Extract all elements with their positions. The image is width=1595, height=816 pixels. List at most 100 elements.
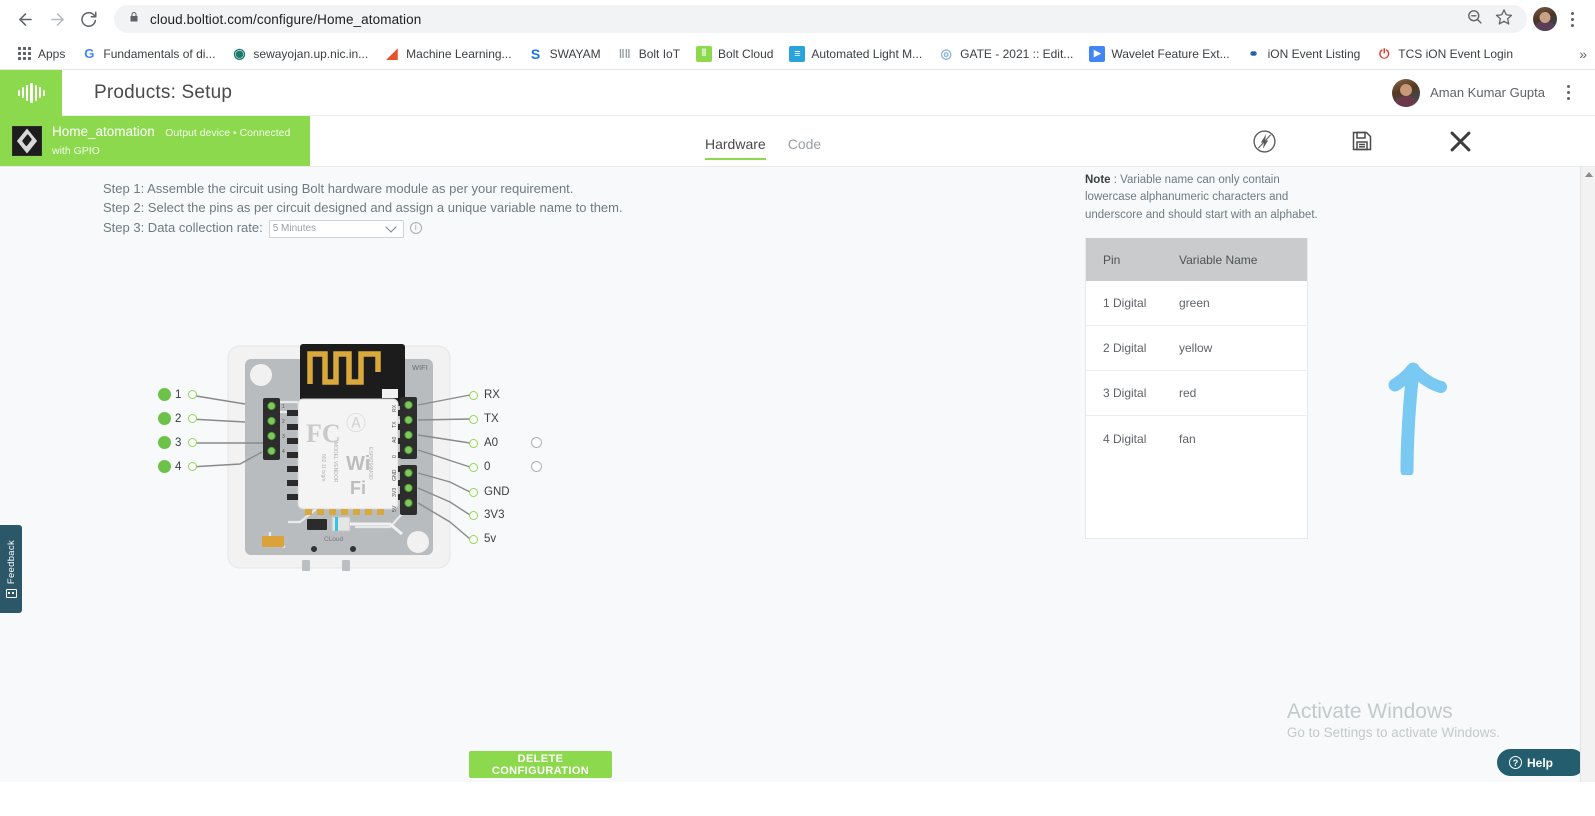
bookmark-apps[interactable]: Apps xyxy=(8,43,73,65)
bookmarks-bar: Apps G Fundamentals of di... ◉ sewayojan… xyxy=(0,38,1595,70)
reload-icon[interactable] xyxy=(74,4,104,34)
page-title: Products: Setup xyxy=(94,81,233,103)
board-pin-5v[interactable]: 5v xyxy=(469,533,496,545)
browser-profile-avatar[interactable] xyxy=(1533,7,1557,31)
bookmark-bolt-iot[interactable]: ‖‖ Bolt IoT xyxy=(609,43,688,65)
svg-text:TX: TX xyxy=(392,421,398,428)
bolt-cloud-icon: ‖ xyxy=(696,45,713,62)
variable-panel: Note : Variable name can only contain lo… xyxy=(1085,167,1325,540)
pin-connector-ring[interactable] xyxy=(469,390,478,400)
pin-connector-ring[interactable] xyxy=(469,534,478,544)
svg-text:ESP8266MOD: ESP8266MOD xyxy=(367,447,373,480)
chip-wifi-label: Wi xyxy=(346,453,370,475)
browser-menu-icon[interactable] xyxy=(1559,5,1585,33)
bookmark-sewayojan[interactable]: ◉ sewayojan.up.nic.in... xyxy=(223,43,376,65)
delete-configuration-button[interactable]: DELETE CONFIGURATION xyxy=(469,751,612,778)
help-widget[interactable]: ? Help xyxy=(1497,749,1585,776)
board-pin-a0[interactable]: A0 xyxy=(469,437,498,449)
pin-connector-ring[interactable] xyxy=(188,414,197,423)
board-pin-gnd[interactable]: GND xyxy=(469,486,510,498)
pin-connector-ring[interactable] xyxy=(469,487,478,497)
pin-connector-ring[interactable] xyxy=(469,438,478,448)
zoom-out-icon[interactable] xyxy=(1466,8,1483,30)
scroll-up-arrow-icon[interactable] xyxy=(1581,167,1595,182)
chip-fi-label: Fi xyxy=(350,478,366,498)
pin-connector-ring[interactable] xyxy=(469,414,478,424)
cell-variable[interactable]: fan xyxy=(1179,432,1307,446)
bookmark-label: Bolt Cloud xyxy=(718,46,774,61)
setup-steps: Step 1: Assemble the circuit using Bolt … xyxy=(103,179,623,238)
bookmark-wavelet[interactable]: ▶ Wavelet Feature Ext... xyxy=(1081,43,1237,65)
svg-text:2: 2 xyxy=(282,419,285,425)
avatar[interactable] xyxy=(1392,78,1421,107)
vertical-dots-icon[interactable] xyxy=(1555,79,1581,107)
page-scrollbar[interactable] xyxy=(1580,167,1595,782)
cell-variable[interactable]: yellow xyxy=(1179,341,1307,355)
data-collection-rate-select[interactable]: 5 Minutes xyxy=(268,219,404,238)
bookmark-fundamentals[interactable]: G Fundamentals of di... xyxy=(73,43,223,65)
back-arrow-icon[interactable] xyxy=(10,4,40,34)
board-pin-2[interactable]: 2 xyxy=(158,412,197,425)
close-x-icon[interactable] xyxy=(1445,126,1475,156)
bookmark-swayam[interactable]: S SWAYAM xyxy=(520,43,609,65)
table-row[interactable]: 2 Digital yellow xyxy=(1086,326,1307,372)
bookmark-label: Wavelet Feature Ext... xyxy=(1111,46,1230,61)
board-pin-1[interactable]: 1 xyxy=(158,388,197,401)
bolt-circle-icon[interactable] xyxy=(1249,126,1279,156)
pin-label: RX xyxy=(484,389,500,401)
star-icon[interactable] xyxy=(1495,8,1513,31)
globe-icon: ◉ xyxy=(233,45,246,61)
board-pin-rx[interactable]: RX xyxy=(469,389,500,401)
table-row[interactable]: 3 Digital red xyxy=(1086,371,1307,417)
save-floppy-icon[interactable] xyxy=(1347,126,1377,156)
tab-bar: Hardware Code xyxy=(705,116,821,166)
table-row[interactable]: 1 Digital green xyxy=(1086,281,1307,327)
pin-a0-radio[interactable] xyxy=(531,437,542,448)
pin-label: A0 xyxy=(484,437,499,449)
bolt-logo[interactable] xyxy=(0,69,62,116)
pin-connector-ring[interactable] xyxy=(469,462,478,472)
bookmark-tcs-ion-login[interactable]: ⏻ TCS iON Event Login xyxy=(1368,43,1521,65)
forward-arrow-icon[interactable] xyxy=(42,4,72,34)
bookmark-label: SWAYAM xyxy=(549,46,601,61)
note-label: Note xyxy=(1085,174,1111,186)
pin-connector-ring[interactable] xyxy=(469,510,478,520)
bookmark-label: Machine Learning... xyxy=(406,46,512,61)
pin-connector-ring[interactable] xyxy=(188,438,197,447)
bookmark-gate[interactable]: ◎ GATE - 2021 :: Edit... xyxy=(930,43,1081,65)
bookmark-label: Apps xyxy=(38,46,66,61)
bookmark-machine-learning[interactable]: ◢ Machine Learning... xyxy=(376,43,519,65)
tab-code[interactable]: Code xyxy=(788,136,821,160)
table-row[interactable]: 4 Digital fan xyxy=(1086,416,1307,461)
board-pin-0[interactable]: 0 xyxy=(469,461,490,473)
info-icon[interactable]: i xyxy=(409,221,422,234)
svg-text:1: 1 xyxy=(282,404,285,410)
feedback-tab[interactable]: Feedback xyxy=(0,525,22,613)
cell-variable[interactable]: green xyxy=(1179,296,1307,310)
device-chip[interactable]: Home_atomation Output device • Connected… xyxy=(0,116,310,166)
bookmark-bolt-cloud[interactable]: ‖ Bolt Cloud xyxy=(688,43,781,65)
bookmark-automated-light[interactable]: ≡ Automated Light M... xyxy=(781,43,930,65)
address-bar[interactable]: cloud.boltiot.com/configure/Home_atomati… xyxy=(114,5,1527,33)
cell-pin: 1 Digital xyxy=(1103,296,1147,311)
bookmark-label: TCS iON Event Login xyxy=(1398,46,1514,61)
google-g-icon: G xyxy=(84,46,95,61)
browser-toolbar: cloud.boltiot.com/configure/Home_atomati… xyxy=(0,0,1595,38)
bookmarks-overflow-icon[interactable]: » xyxy=(1579,46,1587,62)
board-pin-4[interactable]: 4 xyxy=(158,460,197,473)
pin-connector-ring[interactable] xyxy=(188,390,197,399)
lock-icon xyxy=(128,10,140,29)
pin-selected-dot xyxy=(158,388,171,401)
pin-connector-ring[interactable] xyxy=(188,462,197,471)
cell-variable[interactable]: red xyxy=(1179,386,1307,400)
board-pin-tx[interactable]: TX xyxy=(469,413,499,425)
tab-hardware[interactable]: Hardware xyxy=(705,136,766,160)
bookmark-ion-event-listing[interactable]: ⚭ iON Event Listing xyxy=(1238,43,1369,65)
board-pin-3v3[interactable]: 3V3 xyxy=(469,509,504,521)
tata-icon: ⚭ xyxy=(1248,46,1259,61)
pin-label: 3V3 xyxy=(484,509,505,521)
app-header: Products: Setup Aman Kumar Gupta xyxy=(0,69,1595,116)
pin-0-radio[interactable] xyxy=(531,461,542,472)
board-pin-3[interactable]: 3 xyxy=(158,436,197,449)
feedback-icon xyxy=(5,589,17,599)
